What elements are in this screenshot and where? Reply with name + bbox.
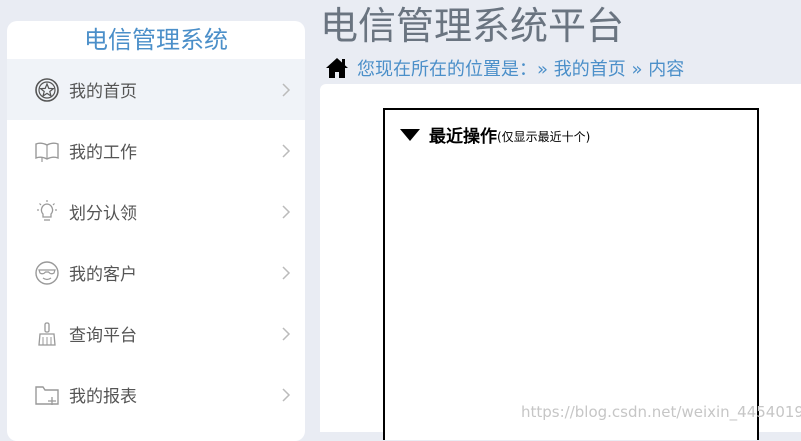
sidebar-item-label: 我的客户: [69, 265, 137, 285]
lightbulb-icon: [33, 198, 61, 226]
sidebar-item-claim[interactable]: 划分认领: [7, 181, 305, 242]
sidebar-item-label: 我的报表: [69, 387, 137, 407]
open-book-icon: [33, 137, 61, 165]
chevron-right-icon: [282, 326, 291, 341]
sidebar-item-reports[interactable]: 我的报表: [7, 364, 305, 425]
breadcrumb: 您现在所在的位置是：» 我的首页 » 内容: [325, 55, 684, 81]
page-title: 电信管理系统平台: [320, 4, 625, 48]
sidebar-item-home[interactable]: 我的首页: [7, 59, 305, 120]
panel-subtitle: (仅显示最近十个): [497, 130, 591, 144]
brush-icon: [33, 320, 61, 348]
panel-title: 最近操作: [429, 127, 497, 147]
star-badge-icon: [33, 76, 61, 104]
watermark: https://blog.csdn.net/weixin_44540198: [521, 403, 801, 421]
sidebar-title: 电信管理系统: [84, 26, 228, 54]
triangle-down-icon: [400, 128, 420, 141]
sidebar: 电信管理系统 我的首页 我的工作 划分认领 我的客户 查询平台 我的报表: [7, 21, 305, 441]
sidebar-item-work[interactable]: 我的工作: [7, 120, 305, 181]
chevron-right-icon: [282, 143, 291, 158]
sidebar-item-label: 划分认领: [69, 204, 137, 224]
chevron-right-icon: [282, 265, 291, 280]
chevron-right-icon: [282, 82, 291, 97]
sunglasses-face-icon: [33, 259, 61, 287]
sidebar-item-label: 我的首页: [69, 82, 137, 102]
breadcrumb-text[interactable]: 您现在所在的位置是：» 我的首页 » 内容: [357, 55, 684, 81]
folder-add-icon: [33, 381, 61, 409]
home-icon[interactable]: [325, 57, 349, 79]
chevron-right-icon: [282, 204, 291, 219]
chevron-right-icon: [282, 387, 291, 402]
sidebar-item-label: 我的工作: [69, 143, 137, 163]
sidebar-item-customers[interactable]: 我的客户: [7, 242, 305, 303]
sidebar-item-query[interactable]: 查询平台: [7, 303, 305, 364]
panel-header[interactable]: 最近操作 (仅显示最近十个): [399, 122, 590, 147]
recent-operations-panel: 最近操作 (仅显示最近十个): [383, 108, 759, 440]
sidebar-item-label: 查询平台: [69, 326, 137, 346]
